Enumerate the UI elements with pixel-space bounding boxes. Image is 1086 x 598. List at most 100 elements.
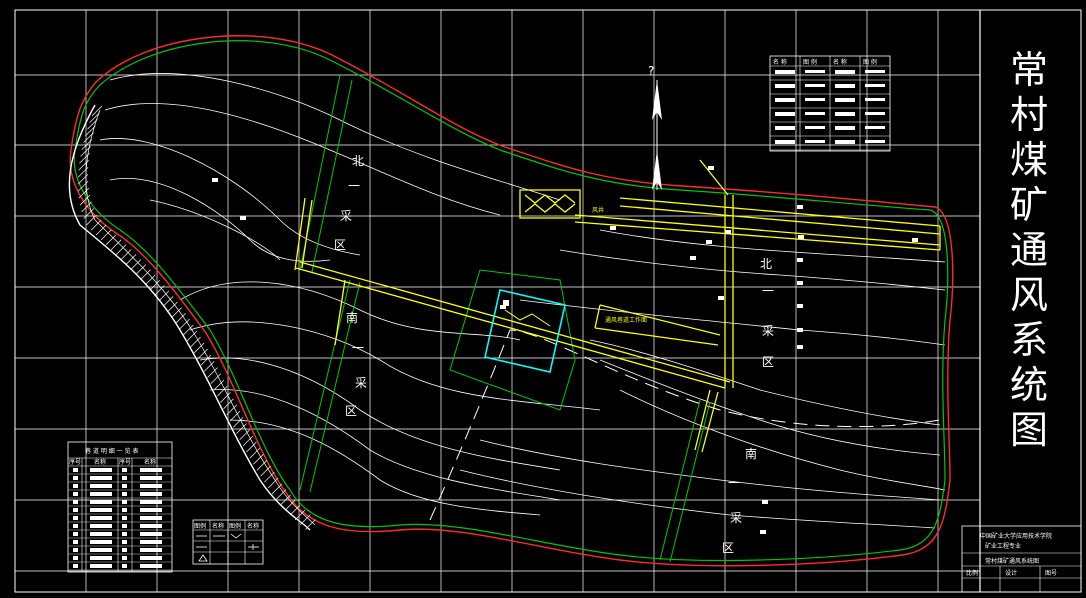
- lane-cell-mark: [122, 564, 127, 568]
- symbol-header: 名称: [247, 522, 259, 530]
- legend-swatch: [865, 98, 885, 101]
- title-block-drawing-name: 常村煤矿通风系统图: [985, 557, 1039, 565]
- lane-cell-mark: [122, 476, 127, 480]
- marker: [797, 304, 803, 308]
- zone-label: 南: [346, 310, 358, 325]
- title-char: 煤: [1009, 138, 1048, 182]
- lane-cell-mark: [73, 532, 78, 536]
- lane-cell-mark: [73, 500, 78, 504]
- zone-label: 采: [730, 511, 742, 525]
- lane-cell-mark: [122, 532, 127, 536]
- lane-cell-mark: [140, 564, 162, 568]
- lane-cell-mark: [90, 564, 112, 568]
- drawing-title: 常村煤矿通风系统图: [1000, 48, 1058, 453]
- zone-label: 一: [348, 179, 360, 193]
- zone-label: 采: [762, 324, 774, 338]
- lane-cell-mark: [122, 556, 127, 560]
- lane-table-header: 序号: [69, 458, 81, 466]
- legend-swatch: [835, 126, 855, 130]
- lane-cell-mark: [140, 548, 162, 552]
- svg-text:通风巷道工作面: 通风巷道工作面: [605, 316, 647, 324]
- hatch-stroke: [83, 132, 94, 143]
- title-char: 图: [1009, 408, 1048, 452]
- symbol-header: 图例: [229, 522, 241, 530]
- legend-swatch: [865, 140, 885, 143]
- symbol-header: 名称: [212, 522, 224, 530]
- marker: [797, 328, 803, 332]
- legend-header: 名 称: [773, 58, 787, 66]
- title-block-footer: 设计: [1005, 569, 1017, 577]
- title-block-dept: 矿业工程专业: [985, 542, 1021, 550]
- lane-cell-mark: [73, 540, 78, 544]
- hatch-stroke: [87, 118, 98, 130]
- lane-table-header: 名称: [144, 458, 156, 466]
- hatch-stroke: [81, 139, 93, 150]
- lane-cell-mark: [140, 516, 162, 520]
- lane-cell-mark: [73, 556, 78, 560]
- lane-cell-mark: [73, 468, 78, 472]
- marker: [798, 235, 804, 239]
- lane-cell-mark: [140, 532, 162, 536]
- title-block-footer: 图号: [1045, 570, 1057, 577]
- lane-cell-mark: [73, 564, 78, 568]
- title-char: 风: [1009, 273, 1048, 317]
- legend-header: 图 例: [863, 58, 877, 66]
- legend-swatch: [805, 140, 825, 143]
- lane-cell-mark: [90, 540, 112, 544]
- lane-table-header: 序号: [119, 458, 131, 466]
- lane-cell-mark: [90, 476, 112, 480]
- zone-label: 采: [355, 376, 367, 390]
- lane-cell-mark: [73, 548, 78, 552]
- marker: [762, 500, 768, 504]
- title-char: 系: [1009, 318, 1048, 362]
- lane-cell-mark: [140, 508, 162, 512]
- zone-label: 采: [340, 209, 352, 223]
- legend-swatch: [775, 98, 795, 102]
- legend-swatch: [865, 84, 885, 87]
- lane-cell-mark: [122, 500, 127, 504]
- legend-swatch: [805, 84, 825, 87]
- lane-cell-mark: [90, 524, 112, 528]
- marker: [610, 226, 616, 230]
- cad-drawing-canvas: 风井 通风巷道工作面 ? 北 一 采 区 北 一 采 区 南 一 采 区 南 一…: [0, 0, 1086, 598]
- main-airways: [294, 159, 941, 453]
- legend-swatch: [865, 70, 885, 73]
- title-block-school: 中国矿业大学应用技术学院: [980, 532, 1052, 540]
- zone-label: 一: [352, 341, 364, 355]
- symbol-table: 图例 名称 图例 名称: [192, 519, 264, 565]
- zone-label: 区: [334, 238, 346, 252]
- lane-cell-mark: [122, 540, 127, 544]
- lane-cell-mark: [90, 532, 112, 536]
- survey-markers: [212, 166, 918, 534]
- lane-cell-mark: [73, 516, 78, 520]
- legend-swatch: [775, 140, 795, 144]
- legend-header: 图 例: [803, 58, 817, 66]
- hatch-stroke: [78, 159, 89, 171]
- north-arrow-mark: ?: [648, 64, 654, 78]
- lane-cell-mark: [73, 524, 78, 528]
- zone-label: 区: [345, 404, 357, 418]
- lane-cell-mark: [122, 468, 127, 472]
- zone-label: 南: [745, 446, 757, 461]
- zone-label: 一: [728, 476, 740, 490]
- marker: [797, 258, 803, 262]
- lane-cell-mark: [73, 508, 78, 512]
- hatch-stroke: [89, 112, 100, 123]
- lane-cell-mark: [140, 524, 162, 528]
- marker: [760, 530, 766, 534]
- marker: [500, 305, 506, 309]
- zone-label: 区: [762, 355, 774, 369]
- lane-cell-mark: [73, 484, 78, 488]
- lane-cell-mark: [73, 476, 78, 480]
- legend-swatch: [835, 140, 855, 144]
- lane-cell-mark: [90, 508, 112, 512]
- lane-cell-mark: [140, 492, 162, 496]
- zone-label: 一: [762, 284, 774, 298]
- lane-cell-mark: [122, 548, 127, 552]
- title-char: 通: [1009, 228, 1048, 272]
- lane-cell-mark: [140, 468, 162, 472]
- marker: [708, 166, 714, 170]
- zone-label: 区: [722, 541, 734, 555]
- marker: [797, 205, 803, 209]
- lane-cell-mark: [140, 540, 162, 544]
